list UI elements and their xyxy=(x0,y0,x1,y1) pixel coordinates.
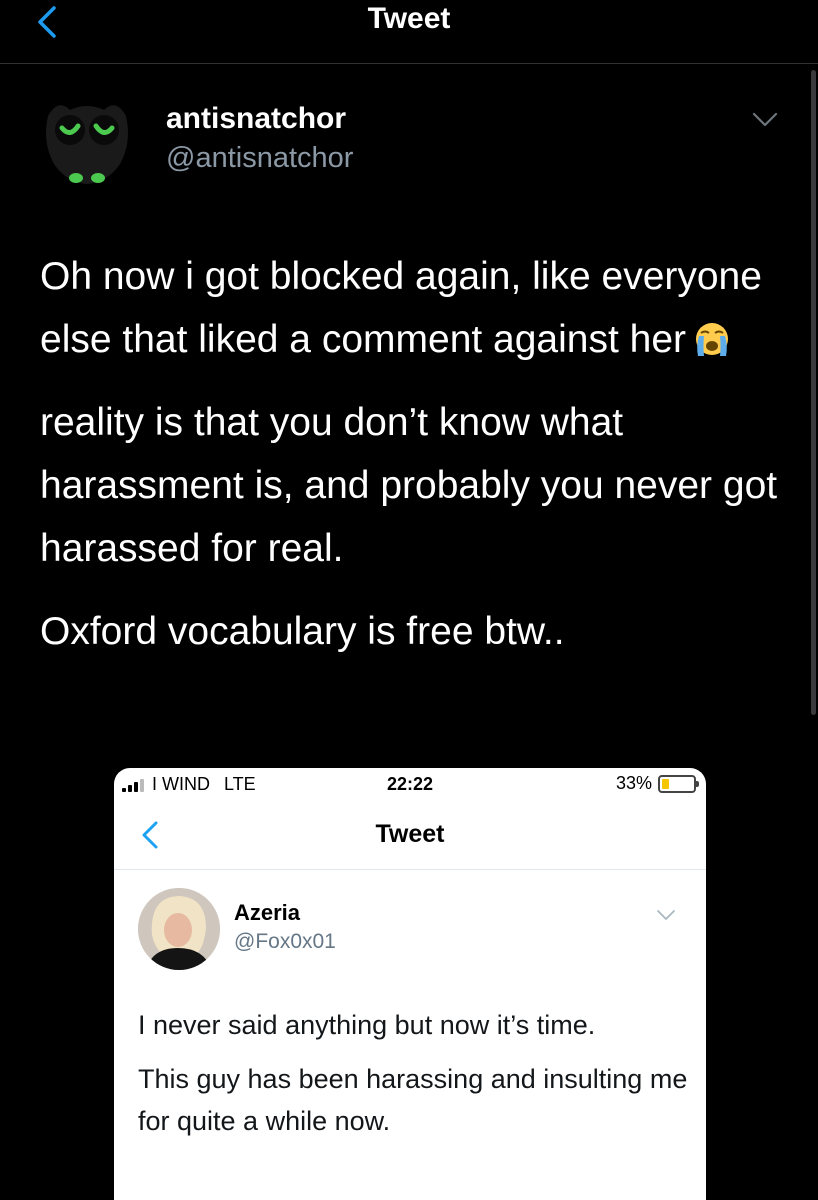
battery-status: 33% xyxy=(615,773,699,794)
avatar xyxy=(138,888,220,970)
profile-photo-image xyxy=(138,888,220,970)
tweet-author: antisnatchor @antisnatchor xyxy=(38,92,798,202)
avatar[interactable] xyxy=(38,92,136,190)
tweet-paragraph: Oxford vocabulary is free btw.. xyxy=(40,610,565,653)
author-handle[interactable]: @antisnatchor xyxy=(166,142,353,175)
tweet-paragraph: Oh now i got blocked again, like everyon… xyxy=(40,255,762,361)
embedded-page-title: Tweet xyxy=(375,820,445,848)
embedded-author-handle: @Fox0x01 xyxy=(234,930,336,953)
tweet-body: Oh now i got blocked again, like everyon… xyxy=(40,245,780,683)
author-name[interactable]: antisnatchor xyxy=(166,102,346,136)
embedded-tweet-paragraph: This guy has been harassing and insultin… xyxy=(138,1064,688,1136)
embedded-screenshot[interactable]: I WIND LTE 22:22 33% Tweet Azeria @Fox0x… xyxy=(114,768,706,1200)
battery-fill xyxy=(662,778,670,789)
page-title: Tweet xyxy=(367,2,451,35)
embedded-tweet-author: Azeria @Fox0x01 xyxy=(138,888,698,974)
chevron-down-icon[interactable] xyxy=(750,108,780,132)
embedded-tweet-paragraph: I never said anything but now it’s time. xyxy=(138,1010,596,1040)
battery-icon xyxy=(658,774,699,793)
scrollbar[interactable] xyxy=(811,70,816,715)
chevron-down-icon xyxy=(657,910,675,920)
status-bar: I WIND LTE 22:22 33% xyxy=(114,768,706,800)
embedded-navigation-bar: Tweet xyxy=(114,802,706,870)
owl-avatar-image xyxy=(38,92,136,190)
embedded-author-name: Azeria xyxy=(234,900,301,925)
loudly-crying-face-icon xyxy=(696,323,729,356)
embedded-tweet-body: I never said anything but now it’s time.… xyxy=(138,1004,698,1154)
battery-percent: 33% xyxy=(615,773,652,793)
tweet-paragraph: reality is that you don’t know what hara… xyxy=(40,401,778,570)
top-navigation-bar: Tweet xyxy=(0,0,818,64)
